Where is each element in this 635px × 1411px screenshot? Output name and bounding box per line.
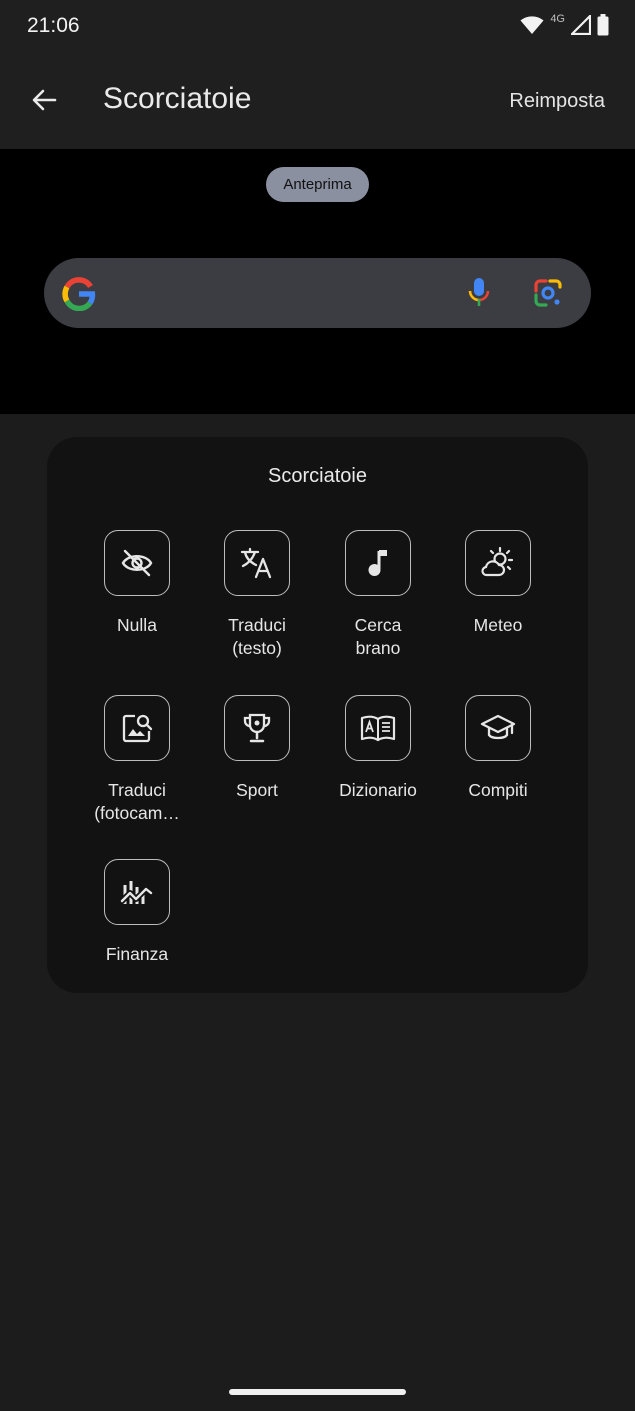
search-bar-preview[interactable] [44,258,591,328]
arrow-back-icon [31,88,57,117]
shortcuts-panel: Scorciatoie Nulla Traduci (testo) Cerca … [47,437,588,993]
network-type-label: 4G [550,13,565,25]
shortcut-nulla[interactable]: Nulla [77,530,197,637]
preview-chip: Anteprima [266,167,369,202]
trophy-icon [224,695,290,761]
shortcut-finanza[interactable]: Finanza [77,859,197,966]
cell-signal-icon [571,15,591,35]
app-bar: Scorciatoie Reimposta [0,56,635,149]
shortcut-label: Compiti [468,780,528,800]
shortcut-meteo[interactable]: Meteo [438,530,558,637]
status-bar: 21:06 4G [0,0,635,56]
preview-area: Anteprima [0,149,635,414]
shortcut-label: Sport [236,780,278,800]
shortcut-cerca-brano[interactable]: Cerca brano [318,530,438,660]
shortcut-label: Cerca brano [354,615,402,658]
status-icons: 4G [520,13,609,36]
shortcuts-panel-title: Scorciatoie [268,465,367,487]
battery-icon [597,14,609,36]
eye-off-icon [104,530,170,596]
weather-icon [465,530,531,596]
google-g-icon [62,277,96,316]
shortcut-dizionario[interactable]: Dizionario [318,695,438,802]
music-note-icon [345,530,411,596]
shortcut-label: Nulla [117,615,157,635]
shortcut-label: Dizionario [339,780,417,800]
shortcut-traduci-testo[interactable]: Traduci (testo) [197,530,317,660]
school-icon [465,695,531,761]
shortcut-traduci-fotocamera[interactable]: Traduci (fotocam… [77,695,197,825]
shortcut-label: Traduci (testo) [228,615,286,658]
shortcut-compiti[interactable]: Compiti [438,695,558,802]
lens-icon[interactable] [532,277,564,314]
shortcut-label: Traduci (fotocam… [94,780,180,823]
shortcut-sport[interactable]: Sport [197,695,317,802]
reset-button[interactable]: Reimposta [509,90,605,113]
dictionary-icon [345,695,411,761]
status-time: 21:06 [27,14,80,37]
translate-icon [224,530,290,596]
shortcut-label: Meteo [473,615,523,635]
back-button[interactable] [26,84,62,120]
home-indicator[interactable] [229,1389,406,1395]
microphone-icon[interactable] [464,276,494,315]
finance-chart-icon [104,859,170,925]
wifi-icon [520,15,544,35]
page-title: Scorciatoie [103,82,252,115]
shortcut-label: Finanza [105,944,169,964]
image-search-icon [104,695,170,761]
